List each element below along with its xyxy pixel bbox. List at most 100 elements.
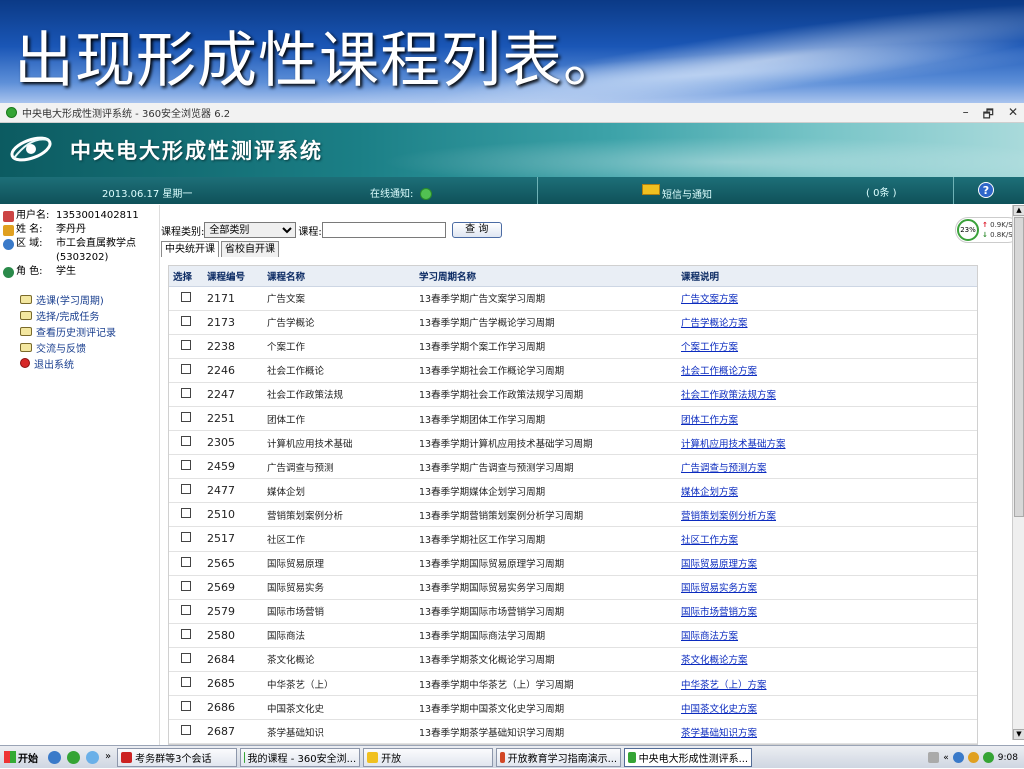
row-checkbox[interactable]: [181, 436, 191, 446]
course-name: 国际商法: [263, 623, 415, 647]
row-checkbox[interactable]: [181, 677, 191, 687]
query-button[interactable]: 查 询: [452, 222, 502, 238]
course-code: 2477: [203, 479, 263, 503]
course-input[interactable]: [322, 222, 446, 238]
tray-chevron[interactable]: «: [943, 753, 949, 763]
sms-link[interactable]: 短信与通知: [662, 186, 712, 201]
volume-icon[interactable]: [953, 752, 964, 763]
row-select-cell: [169, 382, 203, 406]
course-desc-link[interactable]: 国际市场营销方案: [681, 607, 757, 618]
row-checkbox[interactable]: [181, 629, 191, 639]
course-desc-link[interactable]: 中国茶文化史方案: [681, 704, 757, 715]
course-desc-link[interactable]: 广告文案方案: [681, 294, 738, 305]
course-desc-link[interactable]: 营销策划案例分析方案: [681, 511, 776, 522]
menu-item-logout[interactable]: 退出系统: [0, 355, 159, 371]
keyboard-icon[interactable]: [928, 752, 939, 763]
row-select-cell: [169, 406, 203, 430]
row-checkbox[interactable]: [181, 412, 191, 422]
app-shortcut-icon[interactable]: [86, 751, 99, 764]
course-period: 13春季学期社会工作概论学习周期: [415, 358, 677, 382]
row-checkbox[interactable]: [181, 605, 191, 615]
row-checkbox[interactable]: [181, 316, 191, 326]
row-checkbox[interactable]: [181, 388, 191, 398]
course-name: 团体工作: [263, 406, 415, 430]
col-code: 课程编号: [203, 266, 263, 286]
task-presentation[interactable]: 开放教育学习指南演示...: [496, 748, 621, 767]
menu-folder-icon: [20, 327, 32, 336]
col-period: 学习周期名称: [415, 266, 677, 286]
task-folder[interactable]: 开放: [363, 748, 493, 767]
globe-icon: [3, 239, 14, 250]
scroll-up-icon[interactable]: ▲: [1013, 205, 1024, 216]
online-notice[interactable]: 在线通知:: [370, 185, 432, 200]
quick-launch-chevron[interactable]: »: [105, 751, 111, 764]
ie-icon[interactable]: [48, 751, 61, 764]
role-value: 学生: [56, 265, 159, 279]
course-desc-link[interactable]: 茶学基础知识方案: [681, 728, 757, 739]
row-checkbox[interactable]: [181, 292, 191, 302]
row-select-cell: [169, 527, 203, 551]
course-desc-link[interactable]: 计算机应用技术基础方案: [681, 439, 786, 450]
browser-360-icon[interactable]: [67, 751, 80, 764]
course-desc-link[interactable]: 媒体企划方案: [681, 487, 738, 498]
task-assessment-system[interactable]: 中央电大形成性测评系...: [624, 748, 752, 767]
scroll-down-icon[interactable]: ▼: [1013, 729, 1024, 740]
task-chat[interactable]: 考务群等3个会话: [117, 748, 237, 767]
row-checkbox[interactable]: [181, 508, 191, 518]
tab-provincial-courses[interactable]: 省校自开课: [221, 241, 279, 257]
row-select-cell: [169, 623, 203, 647]
row-checkbox[interactable]: [181, 364, 191, 374]
row-checkbox[interactable]: [181, 581, 191, 591]
start-button[interactable]: 开始: [0, 747, 42, 768]
status-bar: 2013.06.17 星期一 在线通知: 短信与通知 ( 0条 ) ?: [0, 177, 1024, 204]
table-row: 2238个案工作13春季学期个案工作学习周期个案工作方案: [169, 334, 978, 358]
menu-item-tasks[interactable]: 选择/完成任务: [0, 307, 159, 323]
row-checkbox[interactable]: [181, 701, 191, 711]
help-icon[interactable]: ?: [978, 182, 994, 198]
course-desc-link[interactable]: 广告学概论方案: [681, 318, 748, 329]
row-checkbox[interactable]: [181, 484, 191, 494]
menu-item-feedback[interactable]: 交流与反馈: [0, 339, 159, 355]
row-checkbox[interactable]: [181, 653, 191, 663]
course-desc-link[interactable]: 国际贸易原理方案: [681, 559, 757, 570]
sidebar-menu: 选课(学习周期) 选择/完成任务 查看历史测评记录 交流与反馈 退出系统: [0, 291, 159, 371]
course-code: 2517: [203, 527, 263, 551]
task-my-courses[interactable]: 我的课程 - 360安全浏...: [240, 748, 360, 767]
course-desc-link[interactable]: 广告调查与预测方案: [681, 463, 767, 474]
menu-item-history[interactable]: 查看历史测评记录: [0, 323, 159, 339]
row-checkbox[interactable]: [181, 725, 191, 735]
course-desc-link[interactable]: 中华茶艺（上）方案: [681, 680, 767, 691]
page-scrollbar[interactable]: ▲ ▼: [1012, 205, 1024, 740]
row-select-cell: [169, 286, 203, 310]
row-select-cell: [169, 599, 203, 623]
course-name: 计算机应用技术基础: [263, 431, 415, 455]
tab-central-courses[interactable]: 中央统开课: [161, 241, 219, 257]
security-icon[interactable]: [983, 752, 994, 763]
course-desc-link[interactable]: 个案工作方案: [681, 342, 738, 353]
course-desc-link[interactable]: 社会工作概论方案: [681, 366, 757, 377]
network-icon[interactable]: [968, 752, 979, 763]
course-desc-link[interactable]: 茶文化概论方案: [681, 655, 748, 666]
role-icon: [3, 267, 14, 278]
row-checkbox[interactable]: [181, 532, 191, 542]
scroll-thumb[interactable]: [1014, 217, 1024, 517]
course-desc-link[interactable]: 社会工作政策法规方案: [681, 390, 776, 401]
user-info-role: 角 色: 学生: [0, 265, 159, 279]
row-checkbox[interactable]: [181, 557, 191, 567]
course-desc-link[interactable]: 国际商法方案: [681, 631, 738, 642]
course-desc-link[interactable]: 团体工作方案: [681, 415, 738, 426]
row-checkbox[interactable]: [181, 460, 191, 470]
menu-item-select-course[interactable]: 选课(学习周期): [0, 291, 159, 307]
course-desc-link[interactable]: 国际贸易实务方案: [681, 583, 757, 594]
user-info-username: 用户名: 1353001402811: [0, 209, 159, 223]
category-select[interactable]: 全部类别: [204, 222, 296, 238]
row-checkbox[interactable]: [181, 340, 191, 350]
table-row: 2510营销策划案例分析13春季学期营销策划案例分析学习周期营销策划案例分析方案: [169, 503, 978, 527]
sms-icon: [642, 184, 660, 195]
table-row: 2517社区工作13春季学期社区工作学习周期社区工作方案: [169, 527, 978, 551]
course-desc-link[interactable]: 社区工作方案: [681, 535, 738, 546]
browser-title-bar: 中央电大形成性测评系统 - 360安全浏览器 6.2 – 🗗 ✕: [0, 103, 1024, 123]
course-code: 2246: [203, 358, 263, 382]
course-table: 选择 课程编号 课程名称 学习周期名称 课程说明 2171广告文案13春季学期广…: [169, 266, 978, 744]
user-icon: [3, 211, 14, 222]
